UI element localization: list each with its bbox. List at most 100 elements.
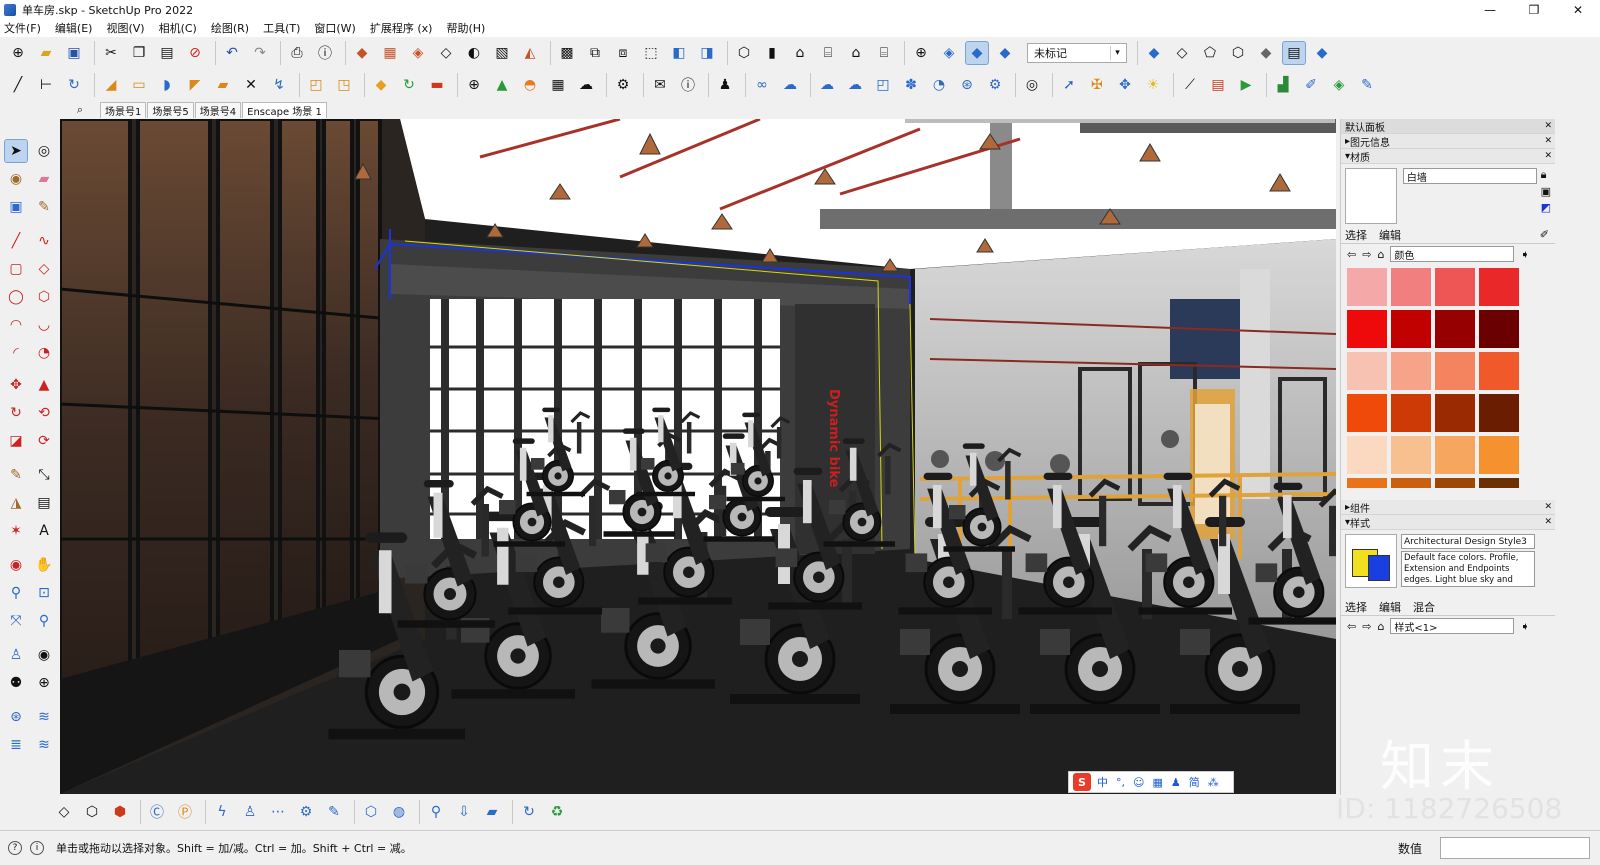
tag-tool-icon[interactable]: ✎	[32, 195, 56, 219]
close-icon[interactable]: ✕	[1544, 151, 1552, 161]
pencil-line-icon[interactable]: ╱	[4, 229, 28, 253]
close-button[interactable]: ✕	[1556, 0, 1600, 19]
follow-me-icon[interactable]: ↻	[62, 73, 86, 97]
section-plane-tool-icon[interactable]: ⊕	[32, 671, 56, 695]
enscape-capture-icon[interactable]: ▬	[425, 73, 449, 97]
scene-tab-active[interactable]: Enscape 场景 1	[242, 102, 327, 118]
plugin-h-icon[interactable]: ◰	[304, 73, 328, 97]
style-tab-select[interactable]: 选择	[1345, 599, 1367, 615]
tape-measure-icon[interactable]: ✎	[4, 463, 28, 487]
mail-icon[interactable]: ✉	[648, 73, 672, 97]
close-icon[interactable]: ✕	[1544, 502, 1552, 512]
lock-icon[interactable]: 🔒︎	[1541, 168, 1551, 182]
look-around-icon[interactable]: ◉	[32, 643, 56, 667]
copy-icon[interactable]: ❐	[127, 41, 151, 65]
circle-icon[interactable]: ◯	[4, 285, 28, 309]
material-swatch[interactable]	[1435, 478, 1475, 488]
position-camera-icon[interactable]: ♙	[4, 643, 28, 667]
style-collection-select[interactable]: 样式<1>	[1390, 618, 1515, 634]
enscape-start-icon[interactable]: ◆	[369, 73, 393, 97]
orbit-icon[interactable]: ◉	[4, 553, 28, 577]
layout-icon[interactable]: ◈	[406, 41, 430, 65]
bulb-icon[interactable]: ☀	[1141, 73, 1165, 97]
menu-draw[interactable]: 绘图(R)	[211, 20, 249, 36]
sun-icon[interactable]: ◓	[518, 73, 542, 97]
arc-icon[interactable]: ◠	[4, 313, 28, 337]
cloud-upload-icon[interactable]: ☁	[574, 73, 598, 97]
textured-icon[interactable]: ◆	[993, 41, 1017, 65]
material-swatch[interactable]	[1479, 394, 1519, 432]
style-builder-icon[interactable]: ◇	[434, 41, 458, 65]
ime-item[interactable]: ▦	[1152, 776, 1162, 789]
ime-item[interactable]: ⁂	[1208, 776, 1219, 789]
ime-item[interactable]: ♟	[1171, 776, 1181, 789]
menu-tools[interactable]: 工具(T)	[263, 20, 300, 36]
rotated-rectangle-icon[interactable]: ◇	[32, 257, 56, 281]
style-tab-mix[interactable]: 混合	[1413, 599, 1435, 615]
info-icon[interactable]: ⓘ	[676, 73, 700, 97]
text-tool-icon[interactable]: ▤	[32, 491, 56, 515]
pie-icon[interactable]: ◔	[32, 341, 56, 365]
section-fill-icon[interactable]: ⬚	[639, 41, 663, 65]
info-status-icon[interactable]: i	[30, 841, 44, 855]
eraser-icon[interactable]: ▰	[32, 167, 56, 191]
polygon-icon[interactable]: ⬡	[32, 285, 56, 309]
components-header[interactable]: ▸ 组件 ✕	[1341, 500, 1555, 515]
measurements-input[interactable]	[1440, 837, 1590, 859]
back-edges-icon[interactable]: ⬠	[1198, 41, 1222, 65]
zoom-extents-icon[interactable]: ⤧	[4, 609, 28, 633]
scene-tab[interactable]: 场景号5	[147, 102, 194, 118]
ime-item[interactable]: 简	[1189, 774, 1200, 790]
checker-icon[interactable]: ▦	[546, 73, 570, 97]
material-swatch[interactable]	[1435, 394, 1475, 432]
material-swatch[interactable]	[1479, 436, 1519, 474]
forward-icon[interactable]: ▶	[1234, 73, 1258, 97]
globe-icon[interactable]: ◍	[387, 800, 411, 824]
circle-c-icon[interactable]: Ⓒ	[145, 800, 169, 824]
material-swatch[interactable]	[1391, 310, 1431, 348]
dimension-icon[interactable]: ⊢	[34, 73, 58, 97]
section-plane-icon[interactable]: ⧉	[583, 41, 607, 65]
push-pull-icon[interactable]: ▲	[32, 373, 56, 397]
material-swatch[interactable]	[1435, 352, 1475, 390]
top-view-bottom-icon[interactable]: ◇	[52, 800, 76, 824]
tree-icon[interactable]: ▲	[490, 73, 514, 97]
sample-paint-icon[interactable]: ✐	[1540, 228, 1549, 241]
material-swatch[interactable]	[1347, 394, 1387, 432]
syringe-icon[interactable]: ✎	[1355, 73, 1379, 97]
plugin-a-icon[interactable]: ◢	[99, 73, 123, 97]
ime-toolbar[interactable]: S 中 °, ☺ ▦ ♟ 简 ⁂	[1068, 771, 1234, 793]
close-icon[interactable]: ✕	[1544, 136, 1552, 146]
style-description[interactable]: Default face colors. Profile, Extension …	[1401, 551, 1535, 587]
scene-tab[interactable]: 场景号4	[194, 102, 242, 118]
plugin-d-icon[interactable]: ◤	[183, 73, 207, 97]
3d-warehouse-icon[interactable]: ◆	[350, 41, 374, 65]
enscape-sync-icon[interactable]: ↻	[397, 73, 421, 97]
default-material-icon[interactable]: ◩	[1541, 201, 1551, 214]
chrome-icon[interactable]: ◎	[1020, 73, 1044, 97]
rotate-icon[interactable]: ↻	[4, 401, 28, 425]
freehand-icon[interactable]: ∿	[32, 229, 56, 253]
menu-view[interactable]: 视图(V)	[106, 20, 144, 36]
download-arrow-icon[interactable]: ⇩	[452, 800, 476, 824]
material-swatch[interactable]	[1347, 268, 1387, 306]
outliner-icon[interactable]: ◧	[667, 41, 691, 65]
section-cut-icon[interactable]: ⧈	[611, 41, 635, 65]
zoom-window-icon[interactable]: ⊡	[32, 581, 56, 605]
dropper-icon[interactable]: ✐	[1299, 73, 1323, 97]
erase-icon[interactable]: ⊘	[183, 41, 207, 65]
select-arrow-icon[interactable]: ➤	[4, 139, 28, 163]
menu-extensions[interactable]: 扩展程序 (x)	[370, 20, 433, 36]
zoom-previous-icon[interactable]: ⚲	[32, 609, 56, 633]
photo-match-icon[interactable]: ▧	[490, 41, 514, 65]
search-zoom-icon[interactable]: ⚲	[424, 800, 448, 824]
cloud-a-icon[interactable]: ☁	[815, 73, 839, 97]
menu-edit[interactable]: 编辑(E)	[55, 20, 93, 36]
protractor-icon[interactable]: ◮	[4, 491, 28, 515]
pan-hand-icon[interactable]: ✋	[32, 553, 56, 577]
open-folder-icon[interactable]: ▰	[34, 41, 58, 65]
cloud-b-icon[interactable]: ☁	[843, 73, 867, 97]
menu-window[interactable]: 窗口(W)	[314, 20, 355, 36]
forward-arrow-icon[interactable]: ⇨	[1362, 248, 1371, 261]
model-viewport[interactable]: Dynamic bike S 中 °, ☺ ▦ ♟ 简 ⁂	[60, 119, 1336, 794]
